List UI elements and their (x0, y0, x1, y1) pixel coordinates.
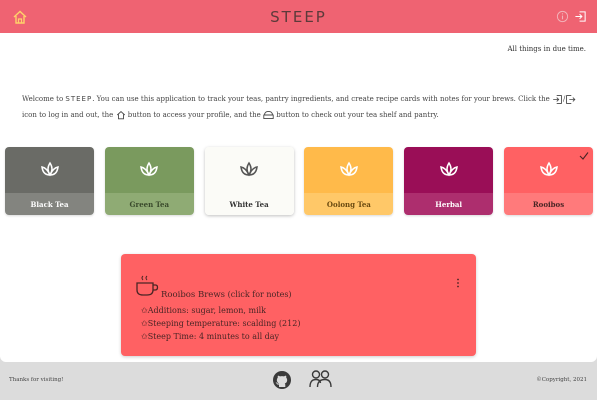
team-icon[interactable] (309, 369, 332, 389)
tea-card[interactable]: Rooibos (504, 147, 593, 215)
recipe-title[interactable]: Rooibos Brews (click for notes) (161, 290, 292, 300)
home-icon (116, 110, 125, 120)
info-icon[interactable] (556, 10, 569, 23)
github-icon[interactable] (272, 370, 292, 390)
recipe-note-time: ✩Steep Time: 4 minutes to all day (141, 332, 280, 341)
tea-card[interactable]: White Tea (204, 147, 294, 215)
shelf-icon (263, 111, 274, 119)
login-icon (553, 94, 562, 104)
tea-card-label: White Tea (204, 193, 294, 215)
main-content: All things in due time. Welcome to STEEP… (0, 33, 597, 362)
tea-card-label: Rooibos (504, 193, 593, 215)
home-icon[interactable] (12, 9, 28, 25)
login-icon[interactable] (574, 10, 587, 23)
tea-card[interactable]: Green Tea (104, 147, 194, 215)
tea-card[interactable]: Herbal (404, 147, 494, 215)
welcome-text: Welcome to STEEP. You can use this appli… (22, 91, 582, 123)
tea-card-label: Green Tea (104, 193, 194, 215)
tea-card[interactable]: Oolong Tea (304, 147, 394, 215)
thanks-text: Thanks for visiting! (9, 377, 64, 383)
tea-card-label: Herbal (404, 193, 494, 215)
lotus-icon (539, 161, 558, 177)
app-footer: Thanks for visiting! ©Copyright, 2021 (0, 362, 597, 400)
more-options-icon[interactable] (456, 278, 460, 288)
lotus-icon (340, 161, 358, 177)
checkmark-icon (579, 152, 589, 160)
tea-card[interactable]: Black Tea (5, 147, 94, 215)
tea-cup-icon (136, 275, 159, 296)
lotus-icon (439, 161, 458, 177)
recipe-note-temperature: ✩Steeping temperature: scalding (212) (141, 319, 301, 328)
tea-card-label: Black Tea (5, 193, 94, 215)
app-brand: STEEP (270, 7, 327, 26)
tagline: All things in due time. (507, 45, 586, 53)
copyright-text: ©Copyright, 2021 (536, 377, 587, 383)
recipe-card[interactable]: Rooibos Brews (click for notes) ✩Additio… (121, 254, 476, 356)
recipe-note-additions: ✩Additions: sugar, lemon, milk (141, 306, 267, 315)
lotus-icon (140, 161, 159, 177)
lotus-icon (40, 161, 59, 177)
app-header: STEEP (0, 0, 597, 33)
tea-card-label: Oolong Tea (304, 193, 394, 215)
lotus-icon (240, 161, 258, 177)
header-actions (556, 10, 587, 23)
logout-icon (566, 94, 576, 104)
tea-type-cards: Black Tea Green Tea White Tea Oolong Tea Her… (5, 147, 593, 215)
